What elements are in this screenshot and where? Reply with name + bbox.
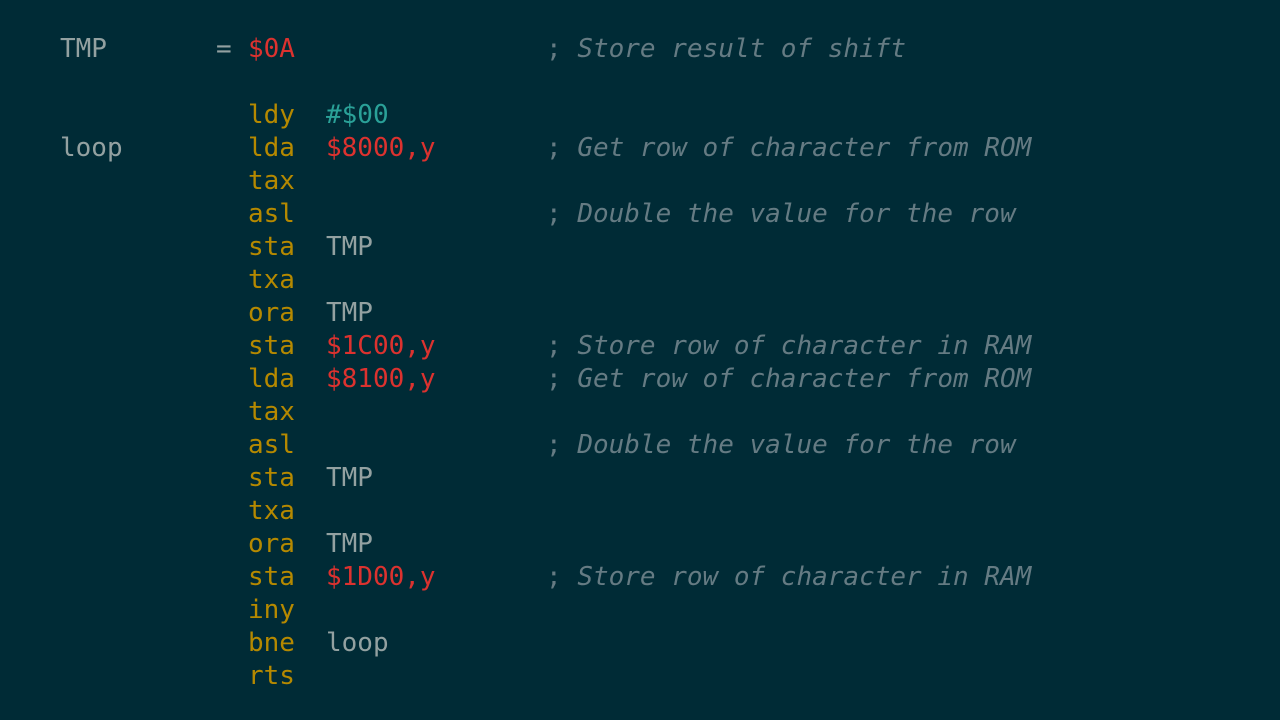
comment-text: Get row of character from ROM bbox=[577, 364, 1032, 394]
mnemonic: txa bbox=[248, 265, 295, 295]
mnemonic: iny bbox=[248, 595, 295, 625]
code-line: tax bbox=[0, 396, 1280, 429]
comment-text: Store row of character in RAM bbox=[577, 562, 1032, 592]
line-comment: ; Get row of character from ROM bbox=[546, 363, 1031, 396]
line-comment: ; Double the value for the row bbox=[546, 198, 1016, 231]
operand: $1D00,y bbox=[326, 562, 436, 592]
code-line: iny bbox=[0, 594, 1280, 627]
equals-sign: = bbox=[216, 34, 232, 64]
mnemonic: bne bbox=[248, 628, 295, 658]
mnemonic: asl bbox=[248, 199, 295, 229]
comment-semicolon: ; bbox=[546, 364, 578, 394]
code-line: ldy #$00 bbox=[0, 99, 1280, 132]
comment-semicolon: ; bbox=[546, 430, 578, 460]
code-line: asl; Double the value for the row bbox=[0, 198, 1280, 231]
mnemonic: ora bbox=[248, 529, 295, 559]
code-line: ora TMP bbox=[0, 528, 1280, 561]
mnemonic: txa bbox=[248, 496, 295, 526]
operand: $8100,y bbox=[326, 364, 436, 394]
comment-semicolon: ; bbox=[546, 34, 578, 64]
line-comment: ; Get row of character from ROM bbox=[546, 132, 1031, 165]
mnemonic: asl bbox=[248, 430, 295, 460]
mnemonic: ora bbox=[248, 298, 295, 328]
code-line: loop lda $8000,y; Get row of character fro… bbox=[0, 132, 1280, 165]
mnemonic: tax bbox=[248, 166, 295, 196]
line-label: loop bbox=[60, 133, 123, 163]
code-line: sta $1C00,y; Store row of character in RA… bbox=[0, 330, 1280, 363]
code-line: ora TMP bbox=[0, 297, 1280, 330]
mnemonic: ldy bbox=[248, 100, 295, 130]
code-line: txa bbox=[0, 495, 1280, 528]
comment-text: Store result of shift bbox=[577, 34, 907, 64]
comment-text: Double the value for the row bbox=[577, 430, 1016, 460]
mnemonic: rts bbox=[248, 661, 295, 691]
operand: loop bbox=[326, 628, 389, 658]
operand: TMP bbox=[326, 529, 373, 559]
mnemonic: sta bbox=[248, 232, 295, 262]
operand: $0A bbox=[248, 34, 295, 64]
line-comment: ; Store row of character in RAM bbox=[546, 561, 1031, 594]
comment-text: Get row of character from ROM bbox=[577, 133, 1032, 163]
line-label: TMP bbox=[60, 34, 107, 64]
code-line: sta $1D00,y; Store row of character in RA… bbox=[0, 561, 1280, 594]
operand: TMP bbox=[326, 232, 373, 262]
comment-semicolon: ; bbox=[546, 199, 578, 229]
comment-semicolon: ; bbox=[546, 133, 578, 163]
operand: TMP bbox=[326, 463, 373, 493]
operand: $8000,y bbox=[326, 133, 436, 163]
mnemonic: lda bbox=[248, 364, 295, 394]
mnemonic: tax bbox=[248, 397, 295, 427]
mnemonic: sta bbox=[248, 331, 295, 361]
operand: TMP bbox=[326, 298, 373, 328]
mnemonic: sta bbox=[248, 463, 295, 493]
operand: #$00 bbox=[326, 100, 389, 130]
comment-semicolon: ; bbox=[546, 331, 578, 361]
code-line: txa bbox=[0, 264, 1280, 297]
code-line: asl; Double the value for the row bbox=[0, 429, 1280, 462]
operand: $1C00,y bbox=[326, 331, 436, 361]
comment-text: Double the value for the row bbox=[577, 199, 1016, 229]
code-line: sta TMP bbox=[0, 231, 1280, 264]
code-line: rts bbox=[0, 660, 1280, 693]
mnemonic: lda bbox=[248, 133, 295, 163]
code-line: sta TMP bbox=[0, 462, 1280, 495]
comment-semicolon: ; bbox=[546, 562, 578, 592]
mnemonic: sta bbox=[248, 562, 295, 592]
comment-text: Store row of character in RAM bbox=[577, 331, 1032, 361]
line-comment: ; Store row of character in RAM bbox=[546, 330, 1031, 363]
code-line: TMP = $0A; Store result of shift bbox=[0, 33, 1280, 66]
line-comment: ; Double the value for the row bbox=[546, 429, 1016, 462]
line-comment: ; Store result of shift bbox=[546, 33, 906, 66]
code-line: bne loop bbox=[0, 627, 1280, 660]
code-line: lda $8100,y; Get row of character from RO… bbox=[0, 363, 1280, 396]
code-listing: TMP = $0A; Store result of shift ldy #$00 loo… bbox=[0, 0, 1280, 720]
code-line: tax bbox=[0, 165, 1280, 198]
